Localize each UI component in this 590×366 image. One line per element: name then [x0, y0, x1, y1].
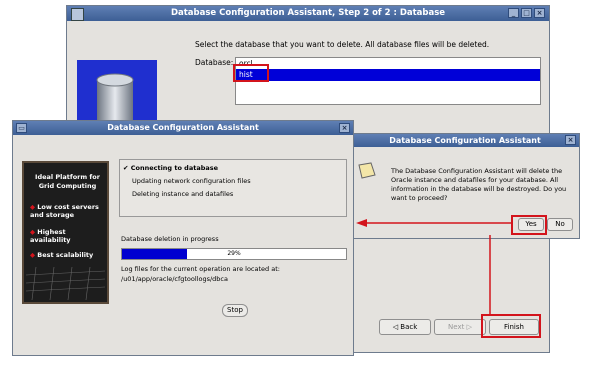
annotation-arrows — [356, 219, 511, 314]
